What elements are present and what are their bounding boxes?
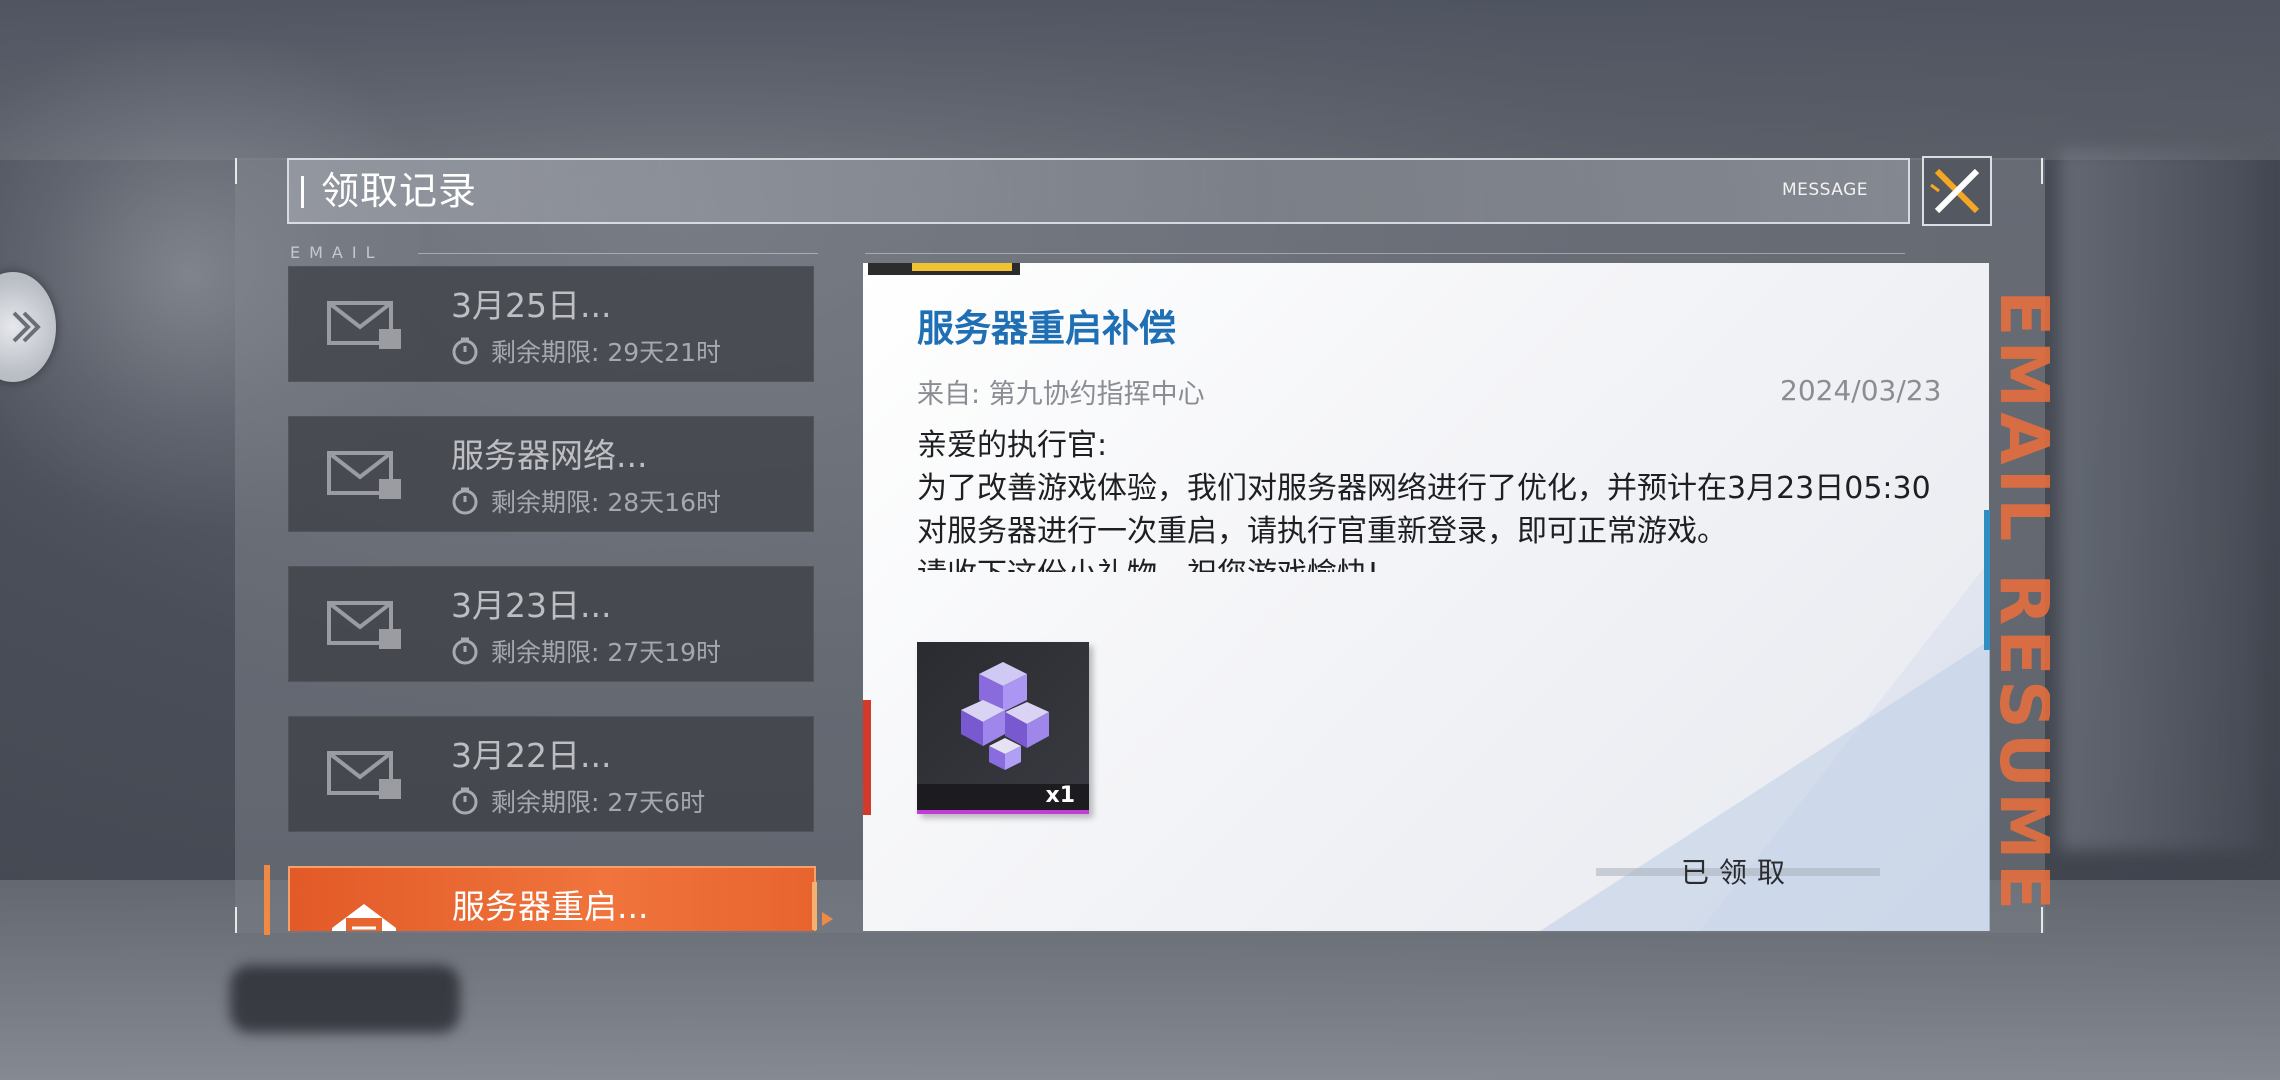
panel-header: 领取记录 MESSAGE bbox=[287, 158, 1910, 224]
double-chevron-right-icon bbox=[12, 311, 41, 343]
selection-marker bbox=[264, 865, 270, 935]
mail-expiry: 剩余期限: 27天6时 bbox=[451, 783, 705, 819]
clock-icon bbox=[452, 487, 478, 515]
open-envelope-icon bbox=[332, 904, 396, 931]
mail-expiry-text: 剩余期限: 27天19时 bbox=[491, 638, 721, 667]
background-right bbox=[2060, 150, 2260, 850]
envelope-gift-icon bbox=[327, 601, 401, 649]
mail-expiry-text: 剩余期限: 28天16时 bbox=[491, 488, 721, 517]
corner-bracket bbox=[235, 158, 237, 184]
card-tab-accent bbox=[912, 263, 1012, 271]
close-button[interactable] bbox=[1922, 156, 1992, 226]
mail-item[interactable]: 服务器网络... 剩余期限: 28天16时 bbox=[288, 416, 814, 532]
mail-expiry-text: 剩余期限: 27天6时 bbox=[491, 788, 706, 817]
side-decoration-text: EMAIL RESUME bbox=[1984, 290, 2050, 915]
clock-icon bbox=[452, 337, 478, 365]
crystal-cubes-icon bbox=[961, 662, 1049, 770]
mail-item[interactable]: 3月22日... 剩余期限: 27天6时 bbox=[288, 716, 814, 832]
message-title: 服务器重启补偿 bbox=[917, 307, 1176, 350]
reward-item[interactable]: x1 bbox=[917, 642, 1089, 814]
mail-title: 服务器网络... bbox=[451, 436, 648, 475]
clock-icon bbox=[452, 637, 478, 665]
side-decoration: EMAIL RESUME bbox=[1980, 290, 2050, 930]
mail-expiry: 剩余期限: 28天16时 bbox=[451, 483, 721, 519]
corner-bracket bbox=[235, 907, 237, 933]
reward-quantity: x1 bbox=[1045, 783, 1076, 808]
list-label: EMAIL bbox=[290, 243, 384, 262]
header-accent-bar bbox=[301, 176, 304, 208]
mail-item[interactable]: 3月23日... 剩余期限: 27天19时 bbox=[288, 566, 814, 682]
mail-title: 服务器重启... bbox=[452, 887, 649, 926]
divider bbox=[865, 253, 1905, 254]
message-date: 2024/03/23 bbox=[1780, 374, 1942, 407]
header-subtitle: MESSAGE bbox=[1781, 180, 1868, 200]
close-icon bbox=[1930, 168, 1980, 214]
message-sender: 来自: 第九协约指挥中心 bbox=[917, 379, 1205, 410]
selection-marker bbox=[812, 882, 817, 930]
mail-title: 3月22日... bbox=[451, 736, 612, 775]
mail-expiry: 剩余期限: 27天19时 bbox=[451, 633, 721, 669]
page-title: 领取记录 bbox=[321, 169, 478, 213]
claimed-status-text: 已领取 bbox=[1680, 856, 1795, 889]
mail-list: 3月25日... 剩余期限: 29天21时 服务器网络... 剩余期限: 28天… bbox=[288, 266, 816, 931]
message-body[interactable]: 亲爱的执行官: 为了改善游戏体验，我们对服务器网络进行了优化，并预计在3月23日… bbox=[917, 424, 1937, 572]
message-paragraph: 请收下这份小礼物，祝您游戏愉快! bbox=[917, 553, 1937, 572]
clock-icon bbox=[452, 787, 478, 815]
mail-item[interactable]: 3月25日... 剩余期限: 29天21时 bbox=[288, 266, 814, 382]
claimed-status: 已领取 bbox=[1596, 855, 1880, 889]
message-paragraph: 为了改善游戏体验，我们对服务器网络进行了优化，并预计在3月23日05:30对服务… bbox=[917, 471, 1931, 549]
selection-arrow-icon bbox=[822, 912, 833, 926]
mail-expiry: 剩余期限: 29天21时 bbox=[451, 333, 721, 369]
mail-expiry-text: 剩余期限: 29天21时 bbox=[491, 338, 721, 367]
envelope-gift-icon bbox=[327, 301, 401, 349]
message-greeting: 亲爱的执行官: bbox=[917, 428, 1108, 463]
background-blurred-button bbox=[230, 965, 460, 1033]
card-edge-accent bbox=[863, 700, 871, 815]
envelope-gift-icon bbox=[327, 751, 401, 799]
mail-title: 3月23日... bbox=[451, 586, 612, 625]
divider bbox=[418, 253, 818, 254]
envelope-gift-icon bbox=[327, 451, 401, 499]
corner-bracket bbox=[2041, 158, 2043, 184]
mail-title: 3月25日... bbox=[451, 286, 612, 325]
mail-item-selected[interactable]: 服务器重启... bbox=[288, 866, 816, 931]
